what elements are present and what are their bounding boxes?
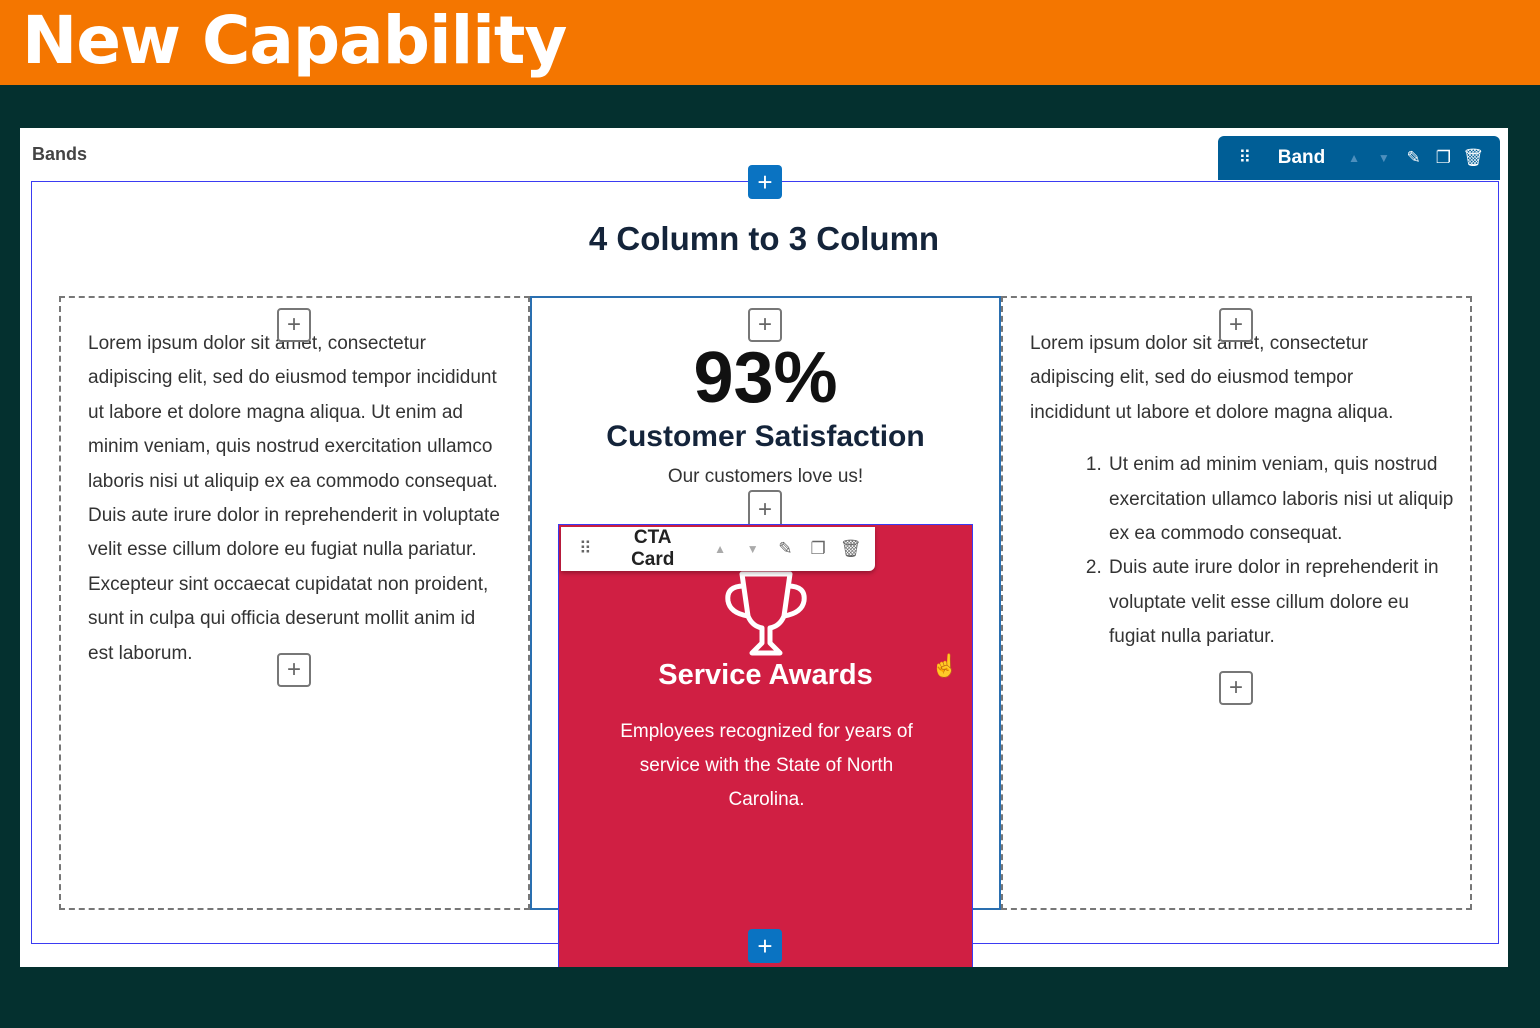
copy-icon[interactable]: ❐	[802, 534, 835, 564]
right-column-text: Lorem ipsum dolor sit amet, consectetur …	[1030, 333, 1394, 423]
cta-title: Service Awards	[658, 659, 873, 691]
copy-icon[interactable]: ❐	[1429, 143, 1459, 173]
add-content-button[interactable]: +	[1219, 671, 1253, 705]
arrow-down-icon[interactable]: ▼	[1369, 143, 1399, 173]
trophy-icon	[725, 571, 807, 656]
list-item: Ut enim ad minim veniam, quis nostrud ex…	[1107, 448, 1457, 551]
stat-subtext: Our customers love us!	[667, 466, 864, 487]
add-content-button[interactable]: +	[1219, 308, 1253, 342]
header-banner: New Capability	[0, 0, 1540, 85]
stat-value: 93%	[693, 338, 838, 418]
add-content-button[interactable]: +	[748, 308, 782, 342]
left-column[interactable]: Lorem ipsum dolor sit amet, consectetur …	[59, 296, 530, 910]
cta-card-label: CTA Card	[631, 527, 675, 570]
list-item: Duis aute irure dolor in reprehenderit i…	[1107, 551, 1457, 654]
band-toolbar: ⠿ Band ▲ ▼ ✎ ❐ 🗑	[1218, 136, 1500, 180]
arrow-up-icon[interactable]: ▲	[704, 534, 737, 564]
arrow-down-icon[interactable]: ▼	[736, 534, 769, 564]
bands-label: Bands	[32, 144, 88, 164]
right-column-list: Ut enim ad minim veniam, quis nostrud ex…	[1107, 448, 1457, 654]
pencil-icon[interactable]: ✎	[769, 534, 802, 564]
band-title: 4 Column to 3 Column	[588, 220, 940, 257]
right-column[interactable]: Lorem ipsum dolor sit amet, consectetur …	[1001, 296, 1472, 910]
band-label: Band	[1277, 147, 1326, 168]
add-content-button[interactable]: +	[277, 653, 311, 687]
cta-card-toolbar: ⠿ CTA Card ▲ ▼ ✎ ❐ 🗑	[561, 527, 875, 571]
drag-handle-icon[interactable]: ⠿	[569, 534, 602, 564]
cta-body: Employees recognized for years of servic…	[620, 721, 913, 810]
pencil-icon[interactable]: ✎	[1399, 143, 1429, 173]
add-content-button[interactable]: +	[277, 308, 311, 342]
cta-card[interactable]: Service Awards Employees recognized for …	[558, 524, 973, 967]
drag-handle-icon[interactable]: ⠿	[1230, 143, 1260, 173]
hand-cursor-icon: ☝	[931, 653, 959, 678]
header-title: New Capability	[22, 2, 567, 79]
trash-icon[interactable]: 🗑	[834, 534, 867, 564]
add-block-button[interactable]: +	[748, 165, 782, 199]
bands-panel: Bands ⠿ Band ▲ ▼ ✎ ❐ 🗑 + 4 Column to 3 C…	[20, 128, 1508, 967]
trash-icon[interactable]: 🗑	[1458, 143, 1488, 173]
stat-label: Customer Satisfaction	[606, 420, 925, 453]
left-column-text: Lorem ipsum dolor sit amet, consectetur …	[88, 333, 500, 664]
add-block-button[interactable]: +	[748, 929, 782, 963]
arrow-up-icon[interactable]: ▲	[1339, 143, 1369, 173]
